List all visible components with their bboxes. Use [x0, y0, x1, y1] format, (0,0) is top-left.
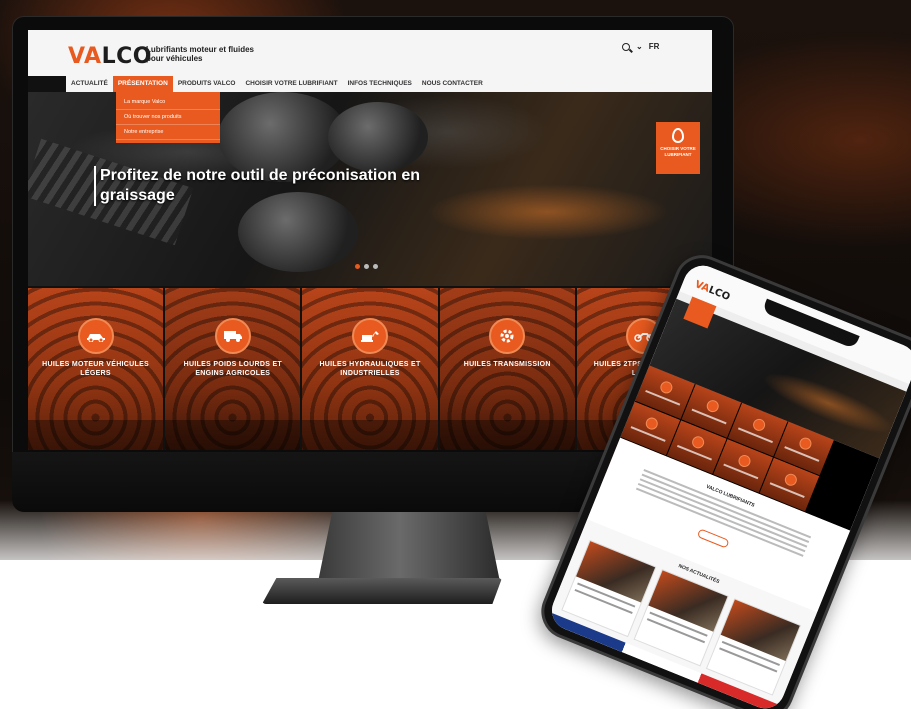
- carousel-dot[interactable]: [364, 264, 369, 269]
- dropdown-item-trouver[interactable]: Où trouver nos produits: [116, 110, 220, 125]
- mobile-more-button[interactable]: [696, 528, 730, 549]
- dropdown-item-marque[interactable]: La marque Valco: [116, 95, 220, 110]
- tile-strip: [302, 420, 438, 450]
- site-header: VALCO Lubrifiants moteur et fluides pour…: [28, 30, 712, 76]
- main-nav: ACTUALITÉ PRÉSENTATION PRODUITS VALCO CH…: [66, 76, 712, 92]
- nav-item-infos[interactable]: INFOS TECHNIQUES: [343, 76, 417, 92]
- category-icon: [736, 453, 753, 469]
- piston-decor: [328, 102, 428, 172]
- nav-item-produits[interactable]: PRODUITS VALCO: [173, 76, 241, 92]
- oil-drop-icon: [672, 128, 684, 143]
- chevron-down-icon[interactable]: ⌄: [636, 42, 643, 51]
- logo-prefix: VA: [68, 44, 102, 69]
- car-icon: [77, 318, 114, 354]
- dropdown-item-entreprise[interactable]: Notre entreprise: [116, 125, 220, 140]
- category-icon: [783, 471, 799, 488]
- category-grid: HUILES MOTEUR VÉHICULES LÉGERS HUILES PO…: [28, 288, 712, 450]
- excavator-icon: [352, 318, 388, 354]
- carousel-dots: [355, 264, 378, 269]
- category-icon: [797, 435, 814, 452]
- cta-label: CHOISIR VOTRE LUBRIFIANT: [660, 146, 696, 157]
- category-icon: [643, 415, 660, 432]
- category-tile-light-vehicles[interactable]: HUILES MOTEUR VÉHICULES LÉGERS: [28, 288, 164, 450]
- nav-item-contact[interactable]: NOUS CONTACTER: [417, 76, 488, 92]
- nav-item-actualite[interactable]: ACTUALITÉ: [66, 76, 113, 92]
- category-label: HUILES POIDS LOURDS ET ENGINS AGRICOLES: [183, 361, 282, 377]
- desktop-screen: VALCO Lubrifiants moteur et fluides pour…: [28, 30, 712, 450]
- category-label: HUILES HYDRAULIQUES ET INDUSTRIELLES: [319, 361, 421, 377]
- choose-lubricant-cta[interactable]: CHOISIR VOTRE LUBRIFIANT: [656, 122, 700, 174]
- nav-item-choisir[interactable]: CHOISIR VOTRE LUBRIFIANT: [240, 76, 342, 92]
- search-icon[interactable]: [622, 42, 630, 51]
- monitor-stand-base: [262, 578, 502, 604]
- language-selector[interactable]: FR: [649, 42, 660, 51]
- category-tile-hydraulic[interactable]: HUILES HYDRAULIQUES ET INDUSTRIELLES: [302, 288, 438, 450]
- tile-strip: [28, 420, 164, 450]
- logo-suffix: LCO: [101, 44, 152, 69]
- site-tagline: Lubrifiants moteur et fluides pour véhic…: [146, 45, 255, 63]
- carousel-dot[interactable]: [373, 264, 378, 269]
- device-mockup-scene: VALCO Lubrifiants moteur et fluides pour…: [0, 0, 911, 709]
- category-icon: [690, 434, 706, 451]
- category-icon: [751, 417, 767, 433]
- monitor-stand-neck: [318, 510, 500, 582]
- category-icon: [704, 398, 721, 414]
- header-tools: ⌄ FR: [622, 42, 659, 51]
- category-tile-heavy-vehicles[interactable]: HUILES POIDS LOURDS ET ENGINS AGRICOLES: [165, 288, 301, 450]
- carousel-dot[interactable]: [355, 264, 360, 269]
- category-label: HUILES MOTEUR VÉHICULES LÉGERS: [42, 361, 150, 377]
- tile-strip: [165, 420, 301, 450]
- gear-icon: [489, 318, 526, 354]
- category-tile-transmission[interactable]: HUILES TRANSMISSION: [439, 288, 575, 450]
- category-label: HUILES TRANSMISSION: [463, 361, 551, 368]
- truck-icon: [214, 318, 251, 354]
- tile-strip: [439, 420, 575, 450]
- valco-logo[interactable]: VALCO: [68, 44, 152, 69]
- nav-item-presentation[interactable]: PRÉSENTATION: [112, 76, 173, 92]
- presentation-dropdown: La marque Valco Où trouver nos produits …: [116, 92, 220, 143]
- logo-suffix: LCO: [706, 284, 732, 304]
- hero-title: Profitez de notre outil de préconisation…: [100, 167, 421, 204]
- category-icon: [658, 379, 675, 396]
- hero-accent-line: [94, 166, 96, 206]
